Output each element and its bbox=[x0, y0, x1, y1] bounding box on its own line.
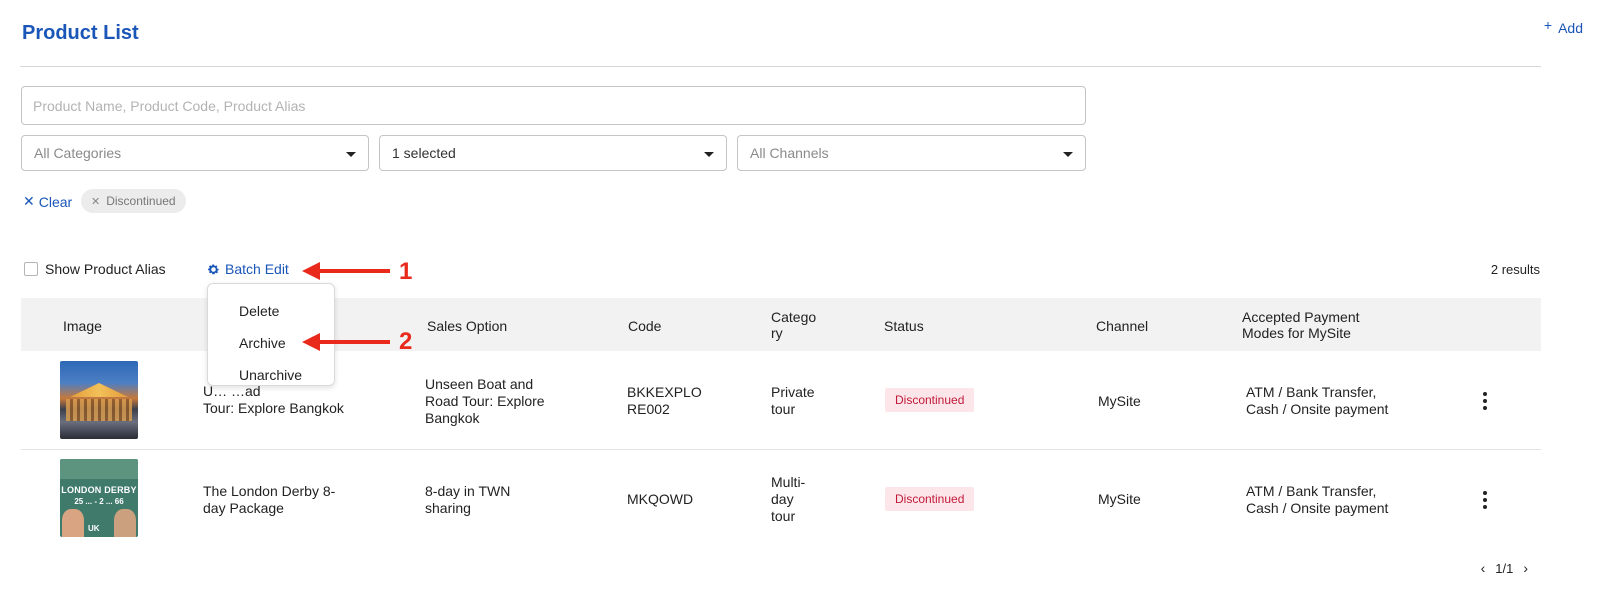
column-header-sales-option: Sales Option bbox=[427, 318, 508, 334]
add-button-label: Add bbox=[1558, 20, 1583, 36]
batch-edit-label: Batch Edit bbox=[225, 261, 289, 277]
pagination: ‹ 1/1 › bbox=[1481, 560, 1528, 576]
image-person-right bbox=[114, 509, 136, 537]
results-count: 2 results bbox=[1490, 262, 1540, 277]
clear-label: Clear bbox=[38, 193, 73, 210]
product-code: MKQOWD bbox=[627, 491, 694, 507]
channel-select[interactable]: All Channels bbox=[737, 135, 1086, 171]
caret-down-icon bbox=[704, 152, 714, 157]
show-alias-label: Show Product Alias bbox=[45, 261, 166, 277]
category-select-value: All Categories bbox=[34, 145, 122, 161]
column-header-category: Catego ry bbox=[771, 309, 817, 341]
column-header-status: Status bbox=[884, 318, 924, 334]
annotation-arrow-1 bbox=[302, 262, 390, 280]
image-sky-shape bbox=[60, 459, 138, 479]
chevron-left-icon[interactable]: ‹ bbox=[1481, 560, 1486, 576]
column-header-channel: Channel bbox=[1096, 318, 1149, 334]
batch-edit-button[interactable]: Batch Edit bbox=[207, 261, 289, 277]
page-title: Product List bbox=[22, 22, 139, 44]
product-channel: MySite bbox=[1098, 491, 1141, 507]
close-icon[interactable]: ✕ bbox=[91, 195, 100, 208]
close-icon: ✕ bbox=[23, 193, 35, 209]
product-image[interactable]: LONDON DERBY 25 ... - 2 ... 66 UK bbox=[60, 459, 138, 537]
sales-option: Unseen Boat and Road Tour: Explore Bangk… bbox=[425, 376, 545, 426]
product-channel: MySite bbox=[1098, 393, 1141, 409]
show-alias-toggle[interactable]: Show Product Alias bbox=[24, 261, 166, 277]
product-image[interactable] bbox=[60, 361, 138, 439]
product-name[interactable]: The London Derby 8- day Package bbox=[203, 483, 335, 517]
product-category: Private tour bbox=[771, 384, 815, 417]
payment-modes: ATM / Bank Transfer, Cash / Onsite payme… bbox=[1246, 384, 1389, 417]
menu-item-archive[interactable]: Archive bbox=[239, 335, 286, 351]
image-country-text: UK bbox=[88, 524, 100, 533]
image-roof-shape bbox=[70, 383, 128, 397]
search-box bbox=[21, 86, 1086, 125]
annotation-arrow-2 bbox=[302, 333, 390, 351]
menu-item-unarchive[interactable]: Unarchive bbox=[239, 367, 302, 383]
page-header: Product List + Add bbox=[22, 17, 1583, 50]
annotation-label-2: 2 bbox=[399, 328, 413, 355]
column-header-image: Image bbox=[63, 318, 102, 334]
sales-option: 8-day in TWN sharing bbox=[425, 483, 511, 516]
clear-filters-link[interactable]: ✕ Clear bbox=[23, 193, 72, 210]
caret-down-icon bbox=[346, 152, 356, 157]
annotation-label-1: 1 bbox=[399, 258, 413, 285]
image-title-text: LONDON DERBY bbox=[61, 485, 137, 495]
plus-icon: + bbox=[1543, 17, 1553, 33]
column-header-payment-modes: Accepted Payment Modes for MySite bbox=[1242, 309, 1360, 341]
caret-down-icon bbox=[1063, 152, 1073, 157]
product-category: Multi- day tour bbox=[771, 474, 806, 524]
channel-select-value: All Channels bbox=[750, 145, 829, 161]
column-header-code: Code bbox=[628, 318, 662, 334]
status-select-value: 1 selected bbox=[392, 145, 456, 161]
payment-modes: ATM / Bank Transfer, Cash / Onsite payme… bbox=[1246, 483, 1389, 516]
menu-item-delete[interactable]: Delete bbox=[239, 303, 279, 319]
header-divider bbox=[20, 66, 1541, 67]
page-indicator: 1/1 bbox=[1495, 560, 1514, 576]
add-button[interactable]: + Add bbox=[1543, 17, 1583, 36]
show-alias-checkbox[interactable] bbox=[24, 262, 38, 276]
gear-icon bbox=[208, 263, 219, 274]
more-options-icon[interactable] bbox=[1483, 392, 1487, 410]
status-badge: Discontinued bbox=[885, 487, 975, 511]
image-dates-text: 25 ... - 2 ... 66 bbox=[74, 497, 124, 506]
search-input[interactable] bbox=[22, 87, 1085, 124]
chevron-right-icon[interactable]: › bbox=[1523, 560, 1528, 576]
status-badge: Discontinued bbox=[885, 388, 975, 412]
product-name[interactable]: U… …ad Tour: Explore Bangkok bbox=[203, 383, 344, 417]
category-select[interactable]: All Categories bbox=[21, 135, 369, 171]
image-person-left bbox=[62, 509, 84, 537]
filter-chip-discontinued[interactable]: ✕ Discontinued bbox=[81, 189, 186, 213]
table-row[interactable]: LONDON DERBY 25 ... - 2 ... 66 UK The Lo… bbox=[21, 450, 1541, 548]
image-building-shape bbox=[66, 399, 132, 421]
product-code: BKKEXPLO RE002 bbox=[627, 384, 702, 417]
status-select[interactable]: 1 selected bbox=[379, 135, 727, 171]
filter-chip-label: Discontinued bbox=[106, 194, 176, 208]
more-options-icon[interactable] bbox=[1483, 491, 1487, 509]
